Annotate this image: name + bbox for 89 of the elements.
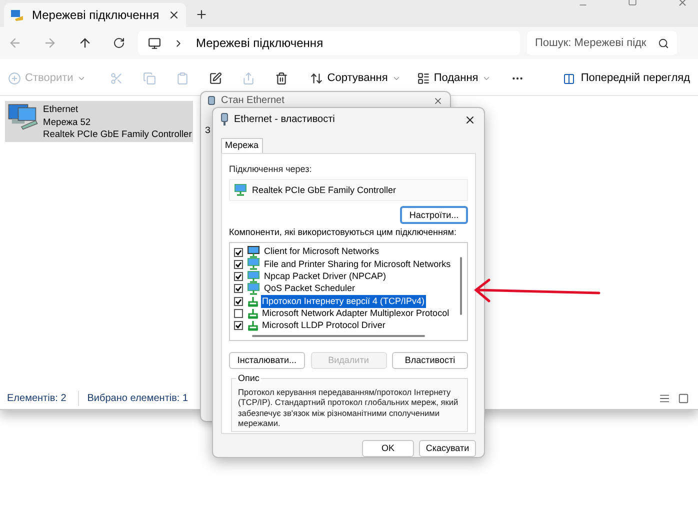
computer-icon bbox=[148, 36, 161, 50]
network-folder-icon bbox=[10, 8, 24, 22]
search-icon bbox=[658, 38, 669, 48]
dropdown-caret-icon bbox=[482, 74, 492, 83]
window-tab[interactable]: Мережеві підключення bbox=[4, 3, 186, 27]
share-icon bbox=[242, 72, 256, 85]
search-field[interactable]: Пошук: Мережеві підк bbox=[527, 31, 677, 55]
adapter-name: Realtek PCIe GbE Family Controller bbox=[252, 184, 396, 197]
cut-icon bbox=[110, 72, 124, 85]
components-label: Компоненти, які використовуються цим підключенням: bbox=[229, 226, 458, 240]
paste-icon bbox=[176, 72, 190, 85]
component-name: Microsoft LLDP Protocol Driver bbox=[261, 319, 386, 332]
network-monitor-icon bbox=[247, 246, 261, 258]
status-text: Елементів: 2 bbox=[6, 392, 68, 406]
action-button[interactable]: Властивості bbox=[392, 352, 468, 369]
close-icon[interactable] bbox=[433, 96, 443, 106]
dropdown-caret-icon bbox=[77, 74, 86, 83]
component-row[interactable]: Microsoft Network Adapter Multiplexor Protocol bbox=[234, 307, 467, 320]
dialog-tab[interactable]: Мережа bbox=[221, 138, 263, 153]
component-name: Протокол Інтернету версії 4 (TCP/IPv4) bbox=[261, 294, 426, 308]
vertical-scrollbar[interactable] bbox=[460, 256, 462, 315]
sort-icon bbox=[310, 72, 324, 85]
component-checkbox[interactable] bbox=[234, 272, 243, 282]
close-tab-icon[interactable] bbox=[168, 9, 180, 21]
action-button[interactable]: Інсталювати... bbox=[229, 352, 305, 369]
address-bar[interactable]: Мережеві підключення bbox=[138, 31, 520, 55]
component-checkbox[interactable] bbox=[234, 260, 243, 269]
component-row[interactable]: Microsoft LLDP Protocol Driver bbox=[234, 320, 467, 332]
dropdown-caret-icon bbox=[392, 74, 401, 83]
component-row[interactable]: File and Printer Sharing for Microsoft Networks bbox=[234, 258, 467, 271]
protocol-icon bbox=[247, 308, 259, 320]
protocol-icon bbox=[247, 296, 259, 307]
delete-icon bbox=[275, 72, 288, 85]
tab-title: Мережеві підключення bbox=[32, 7, 160, 24]
network-monitor-icon bbox=[247, 270, 261, 283]
cancel-button[interactable]: Скасувати bbox=[419, 440, 476, 457]
close-icon[interactable] bbox=[464, 114, 476, 126]
connect-using-label: Підключення через: bbox=[229, 162, 313, 176]
description-text: Протокол керування передаванням/протокол Інтернету (TCP/IP). Стандартний протокол глобальних мереж, який забезпечує зв'язок між різноманітними сполученими мережами. bbox=[238, 386, 460, 429]
component-name: Microsoft Network Adapter Multiplexor Protocol bbox=[261, 306, 450, 320]
component-name: File and Printer Sharing for Microsoft Networks bbox=[263, 258, 452, 271]
toolbar-button[interactable] bbox=[275, 72, 288, 85]
component-row[interactable]: Npcap Packet Driver (NPCAP) bbox=[234, 270, 467, 283]
ethernet-plug-icon bbox=[221, 113, 228, 126]
up-icon[interactable] bbox=[78, 36, 92, 50]
component-row[interactable]: Протокол Інтернету версії 4 (TCP/IPv4) bbox=[234, 295, 467, 308]
preview-pane-button[interactable]: Попередній перегляд bbox=[562, 70, 690, 87]
component-name: Client for Microsoft Networks bbox=[263, 245, 380, 258]
refresh-icon[interactable] bbox=[113, 37, 125, 49]
copy-icon bbox=[143, 72, 156, 85]
component-row[interactable]: Client for Microsoft Networks bbox=[234, 246, 467, 258]
network-computer-icon bbox=[7, 103, 39, 130]
checkmark-icon bbox=[235, 322, 242, 330]
tab-label: З bbox=[205, 124, 210, 137]
network-monitor-icon bbox=[247, 258, 261, 270]
component-checkbox[interactable] bbox=[234, 284, 243, 294]
configure-button[interactable]: Настроїти... bbox=[400, 206, 468, 224]
component-checkbox[interactable] bbox=[234, 296, 243, 306]
address-text: Мережеві підключення bbox=[196, 35, 324, 52]
connection-adapter: Realtek PCIe GbE Family Controller bbox=[43, 128, 192, 140]
component-checkbox[interactable] bbox=[234, 321, 243, 330]
tiles-view-icon[interactable] bbox=[678, 392, 689, 404]
ethernet-plug-icon bbox=[208, 96, 215, 105]
connection-network: Мережа 52 bbox=[43, 116, 92, 128]
component-checkbox[interactable] bbox=[234, 309, 243, 318]
network-monitor-icon bbox=[247, 282, 261, 295]
connection-name: Ethernet bbox=[43, 103, 80, 116]
component-name: QoS Packet Scheduler bbox=[263, 282, 356, 296]
horizontal-scrollbar[interactable] bbox=[252, 334, 425, 337]
view-icon bbox=[416, 72, 430, 85]
component-checkbox[interactable] bbox=[234, 248, 243, 257]
network-monitor-icon bbox=[234, 184, 248, 196]
status-text: Вибрано елементів: 1 bbox=[78, 390, 190, 406]
new-icon bbox=[8, 72, 21, 85]
toolbar-button[interactable]: Подання bbox=[416, 70, 492, 87]
rename-icon bbox=[209, 72, 222, 85]
toolbar-button[interactable]: Сортування bbox=[310, 70, 401, 87]
toolbar-button[interactable] bbox=[209, 72, 222, 85]
group-title: Опис bbox=[236, 372, 262, 383]
protocol-icon bbox=[247, 320, 259, 332]
network-connection-item[interactable]: Ethernet Мережа 52 Realtek PCIe GbE Family Controller bbox=[5, 101, 193, 142]
new-tab-icon[interactable] bbox=[195, 8, 208, 21]
dialog-title: Ethernet - властивості bbox=[234, 113, 336, 128]
ok-button[interactable]: OK bbox=[362, 440, 414, 457]
details-view-icon[interactable] bbox=[659, 392, 670, 404]
component-name: Npcap Packet Driver (NPCAP) bbox=[263, 270, 388, 283]
component-row[interactable]: QoS Packet Scheduler bbox=[234, 282, 467, 296]
dialog-title: Стан Ethernet bbox=[221, 94, 286, 106]
preview-pane-icon bbox=[562, 72, 575, 84]
